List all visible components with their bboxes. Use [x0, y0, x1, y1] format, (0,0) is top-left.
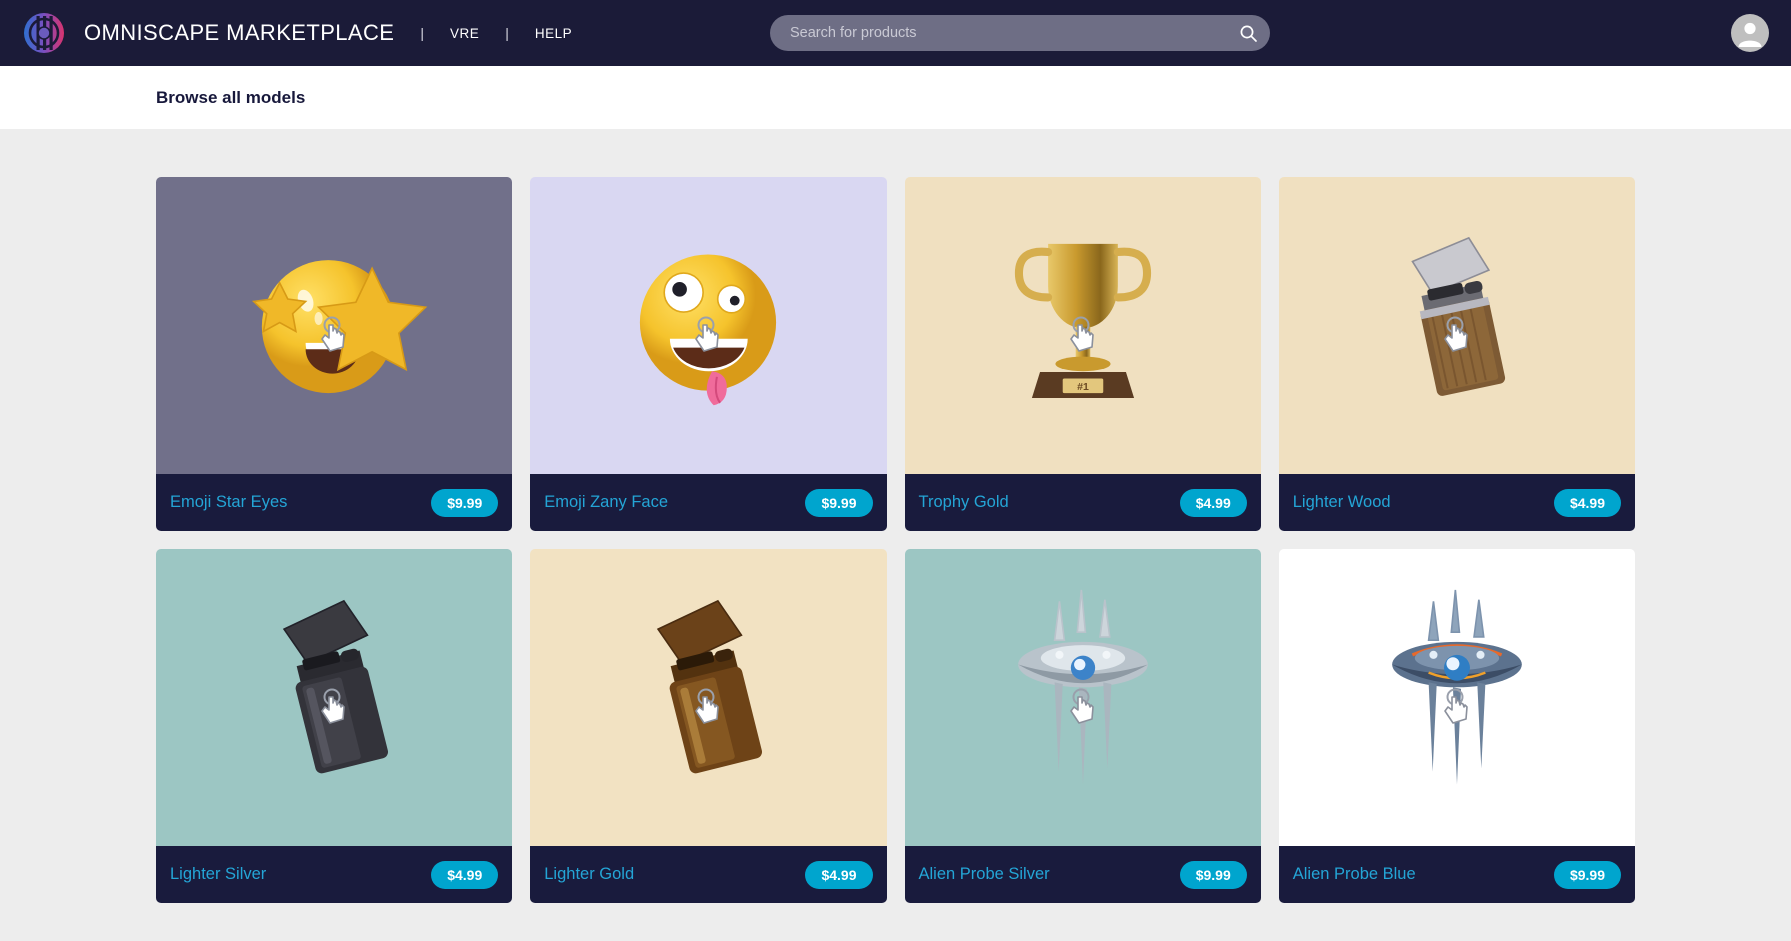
page-title: Browse all models [156, 87, 306, 107]
product-thumbnail[interactable]: #1 [904, 177, 1261, 474]
product-card[interactable]: #1 Trophy Gold $4.99 [904, 177, 1261, 531]
product-card[interactable]: Alien Probe Blue $9.99 [1278, 549, 1635, 903]
product-card-footer: Lighter Wood $4.99 [1278, 474, 1635, 531]
nav-link-help[interactable]: HELP [535, 26, 572, 41]
product-card-footer: Lighter Silver $4.99 [156, 846, 513, 903]
product-thumbnail[interactable] [530, 177, 887, 474]
product-price-badge[interactable]: $9.99 [1553, 860, 1621, 889]
product-thumbnail[interactable] [530, 549, 887, 846]
omniscape-logo-icon[interactable] [22, 11, 66, 55]
alien-probe-silver-icon [933, 577, 1233, 818]
product-card[interactable]: Emoji Star Eyes $9.99 [156, 177, 513, 531]
product-card[interactable]: Lighter Gold $4.99 [530, 549, 887, 903]
product-title: Emoji Star Eyes [170, 493, 288, 511]
product-title: Lighter Gold [544, 865, 635, 883]
svg-text:#1: #1 [1077, 381, 1089, 393]
subheader-bar: Browse all models [0, 66, 1791, 129]
product-card[interactable]: Lighter Silver $4.99 [156, 549, 513, 903]
search-icon[interactable] [1226, 15, 1270, 51]
product-title: Lighter Silver [170, 865, 267, 883]
product-card-footer: Alien Probe Blue $9.99 [1278, 846, 1635, 903]
product-price-badge[interactable]: $4.99 [805, 860, 873, 889]
product-price-badge[interactable]: $9.99 [805, 488, 873, 517]
product-title: Trophy Gold [918, 493, 1009, 511]
emoji-zany-face-icon [558, 205, 858, 446]
product-price-badge[interactable]: $9.99 [431, 488, 499, 517]
product-card[interactable]: Emoji Zany Face $9.99 [530, 177, 887, 531]
alien-probe-blue-icon [1307, 577, 1607, 818]
brand-title: OMNISCAPE MARKETPLACE [84, 20, 395, 45]
product-thumbnail[interactable] [1278, 177, 1635, 474]
nav-separator-1: | [420, 25, 424, 41]
product-card[interactable]: Lighter Wood $4.99 [1278, 177, 1635, 531]
product-card-footer: Emoji Star Eyes $9.99 [156, 474, 513, 531]
lighter-wood-icon [1307, 205, 1607, 446]
product-thumbnail[interactable] [1278, 549, 1635, 846]
product-card-footer: Trophy Gold $4.99 [904, 474, 1261, 531]
product-thumbnail[interactable] [156, 177, 513, 474]
nav-separator-2: | [505, 25, 509, 41]
app-header: OMNISCAPE MARKETPLACE | VRE | HELP [0, 0, 1791, 66]
user-avatar-icon[interactable] [1731, 14, 1769, 52]
product-price-badge[interactable]: $4.99 [1179, 488, 1247, 517]
product-card-footer: Emoji Zany Face $9.99 [530, 474, 887, 531]
product-price-badge[interactable]: $4.99 [431, 860, 499, 889]
product-card-footer: Alien Probe Silver $9.99 [904, 846, 1261, 903]
product-thumbnail[interactable] [156, 549, 513, 846]
product-thumbnail[interactable] [904, 549, 1261, 846]
lighter-silver-icon [184, 577, 484, 818]
content-area: Emoji Star Eyes $9.99 Emoji Zany Face $9… [0, 129, 1791, 903]
emoji-star-eyes-icon [184, 205, 484, 446]
product-card-footer: Lighter Gold $4.99 [530, 846, 887, 903]
product-title: Lighter Wood [1292, 493, 1391, 511]
product-title: Emoji Zany Face [544, 493, 669, 511]
product-price-badge[interactable]: $4.99 [1553, 488, 1621, 517]
product-price-badge[interactable]: $9.99 [1179, 860, 1247, 889]
trophy-gold-icon: #1 [933, 205, 1233, 446]
lighter-gold-icon [558, 577, 858, 818]
search-bar[interactable] [770, 15, 1270, 51]
search-input[interactable] [770, 25, 1226, 41]
product-title: Alien Probe Blue [1292, 865, 1416, 883]
product-title: Alien Probe Silver [918, 865, 1050, 883]
nav-link-vre[interactable]: VRE [450, 26, 479, 41]
product-grid: Emoji Star Eyes $9.99 Emoji Zany Face $9… [156, 177, 1635, 903]
product-card[interactable]: Alien Probe Silver $9.99 [904, 549, 1261, 903]
